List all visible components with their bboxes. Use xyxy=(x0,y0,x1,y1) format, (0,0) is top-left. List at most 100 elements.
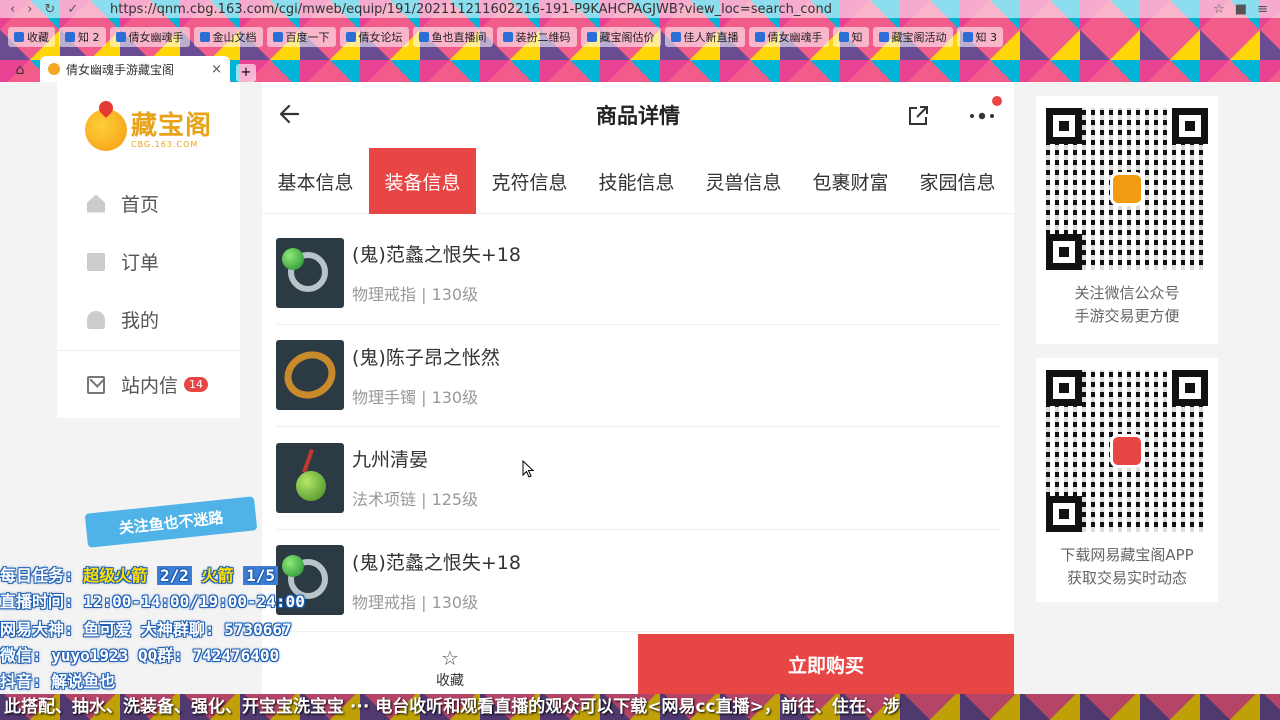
favicon-icon xyxy=(48,63,60,75)
bookmark-icon xyxy=(115,32,126,42)
buy-now-button[interactable]: 立即购买 xyxy=(638,634,1014,694)
bookmark-item[interactable]: 知 3 xyxy=(956,27,1003,47)
purchase-bar: ☆ 收藏 立即购买 xyxy=(262,634,1014,694)
live-time-line: 直播时间: 12:00-14:00/19:00-24:00 xyxy=(0,592,305,611)
item-meta: 物理手镯 | 130级 xyxy=(352,387,479,407)
favorite-button[interactable]: ☆ 收藏 xyxy=(262,634,638,694)
douyin-line: 抖音: 解说鱼也 xyxy=(0,672,116,691)
cbg-logo[interactable]: 藏宝阁 CBG.163.COM xyxy=(85,104,215,156)
logo-name: 藏宝阁 xyxy=(131,110,213,141)
sidebar-item-label: 订单 xyxy=(121,252,160,274)
bookmark-icon xyxy=(14,32,24,42)
bookmark-item[interactable]: 百度一下 xyxy=(266,27,336,47)
tab-home-info[interactable]: 家园信息 xyxy=(904,148,1011,214)
bookmark-item[interactable]: 知 xyxy=(832,27,869,47)
bookmark-item[interactable]: 藏宝阁活动 xyxy=(872,27,953,47)
bookmark-icon xyxy=(586,32,597,42)
share-icon[interactable] xyxy=(906,104,930,128)
bookmark-item[interactable]: 倩女论坛 xyxy=(339,27,409,47)
tab-rune-info[interactable]: 克符信息 xyxy=(476,148,583,214)
list-item[interactable]: (鬼)范蠡之恨失+18 物理戒指 | 130级 xyxy=(276,222,1000,325)
home-icon[interactable]: ⌂ xyxy=(0,58,40,82)
forward-arrow-icon[interactable]: › xyxy=(27,2,32,17)
browser-tab[interactable]: 倩女幽魂手游藏宝阁 × xyxy=(40,56,230,82)
sidebar-item-orders[interactable]: 订单 xyxy=(87,248,159,275)
page-title: 商品详情 xyxy=(596,104,680,128)
reload-icon[interactable]: ↻ xyxy=(44,2,55,17)
more-icon[interactable] xyxy=(968,110,998,122)
mail-icon xyxy=(87,375,105,394)
unread-badge: 14 xyxy=(184,377,209,392)
pendant-icon xyxy=(276,442,344,513)
bookmark-icon xyxy=(65,32,75,42)
bookmark-item[interactable]: 装扮二维码 xyxy=(496,27,577,47)
home-icon xyxy=(87,194,105,213)
sidebar-item-messages[interactable]: 站内信 14 xyxy=(87,371,209,398)
qr-caption: 关注微信公众号 手游交易更方便 xyxy=(1074,284,1180,325)
item-name: (鬼)范蠡之恨失+18 xyxy=(352,551,521,574)
wechat-line: 微信: yuyo1923 QQ群: 742476400 xyxy=(0,646,280,665)
bookmark-item[interactable]: 倩女幽魂手 xyxy=(748,27,829,47)
bookmark-item[interactable]: 佳人新直播 xyxy=(664,27,745,47)
order-icon xyxy=(87,252,105,271)
sidebar: 藏宝阁 CBG.163.COM 首页 订单 我的 站内信 14 xyxy=(57,82,240,418)
bookmark-icon xyxy=(754,32,765,42)
app-qr-card: 下载网易藏宝阁APP 获取交易实时动态 xyxy=(1036,358,1218,602)
browser-tools: ☆ ■ ≡ xyxy=(1213,2,1280,17)
bookmark-item[interactable]: 金山文档 xyxy=(193,27,263,47)
tab-inventory[interactable]: 包裹财富 xyxy=(797,148,904,214)
bookmark-item[interactable]: 鱼也直播间 xyxy=(412,27,493,47)
bookmark-item[interactable]: 收藏 xyxy=(8,27,55,47)
sidebar-item-home[interactable]: 首页 xyxy=(87,190,159,217)
mouse-cursor-icon xyxy=(522,460,534,478)
sidebar-item-label: 站内信 xyxy=(121,375,179,397)
tab-equipment-info[interactable]: 装备信息 xyxy=(369,148,476,214)
bookmark-item[interactable]: 藏宝阁估价 xyxy=(580,27,661,47)
menu-icon[interactable]: ≡ xyxy=(1257,2,1268,17)
sidebar-item-mine[interactable]: 我的 xyxy=(87,306,159,333)
favorite-label: 收藏 xyxy=(436,673,464,689)
ring-icon xyxy=(276,237,344,308)
bookmarks-bar: 收藏 知 2 倩女幽魂手 金山文档 百度一下 倩女论坛 鱼也直播间 装扮二维码 … xyxy=(0,24,1280,50)
item-meta: 物理戒指 | 130级 xyxy=(352,285,479,305)
bookmark-icon xyxy=(670,32,681,42)
qr-caption: 下载网易藏宝阁APP 获取交易实时动态 xyxy=(1060,546,1194,587)
bookmark-icon xyxy=(418,32,429,42)
new-tab-button[interactable]: + xyxy=(236,64,256,82)
tab-pet-info[interactable]: 灵兽信息 xyxy=(690,148,797,214)
star-icon[interactable]: ☆ xyxy=(1213,2,1225,17)
tab-basic-info[interactable]: 基本信息 xyxy=(262,148,369,214)
app-qr-code xyxy=(1046,370,1208,532)
back-arrow-icon[interactable]: ‹ xyxy=(10,2,15,17)
logo-icon xyxy=(85,109,127,151)
extension-icon[interactable]: ■ xyxy=(1235,2,1247,17)
list-item[interactable]: 九州清晏 法术项链 | 125级 xyxy=(276,427,1000,530)
bracelet-icon xyxy=(276,340,344,411)
back-arrow-icon[interactable] xyxy=(276,100,304,128)
browser-nav: ‹ › ↻ ✓ xyxy=(0,2,110,17)
bookmark-item[interactable]: 知 2 xyxy=(59,27,106,47)
dashen-line: 网易大神: 鱼可爱 大神群聊: 5730667 xyxy=(0,620,292,639)
item-meta: 物理戒指 | 130级 xyxy=(352,592,479,612)
bookmark-icon xyxy=(962,32,973,42)
tab-skill-info[interactable]: 技能信息 xyxy=(583,148,690,214)
sidebar-item-label: 我的 xyxy=(121,310,160,332)
wechat-qr-code xyxy=(1046,108,1208,270)
bookmark-icon xyxy=(502,32,513,42)
app-logo-icon xyxy=(1110,434,1144,468)
url-field[interactable]: https://qnm.cbg.163.com/cgi/mweb/equip/1… xyxy=(110,2,1213,17)
detail-header: 商品详情 xyxy=(262,82,1014,148)
item-name: (鬼)范蠡之恨失+18 xyxy=(352,244,521,267)
item-meta: 法术项链 | 125级 xyxy=(352,490,479,510)
list-item[interactable]: (鬼)范蠡之恨失+18 物理戒指 | 130级 xyxy=(276,530,1000,632)
list-item[interactable]: (鬼)陈子昂之怅然 物理手镯 | 130级 xyxy=(276,325,1000,427)
tab-strip: ⌂ 倩女幽魂手游藏宝阁 × + xyxy=(0,56,1280,82)
equipment-list: (鬼)范蠡之恨失+18 物理戒指 | 130级 (鬼)陈子昂之怅然 物理手镯 |… xyxy=(276,222,1000,632)
bookmark-icon xyxy=(345,32,356,42)
close-icon[interactable]: × xyxy=(211,62,222,77)
bookmark-icon xyxy=(838,32,849,42)
notification-dot xyxy=(992,96,1002,106)
bookmark-item[interactable]: 倩女幽魂手 xyxy=(109,27,190,47)
logo-domain: CBG.163.COM xyxy=(131,139,199,149)
browser-address-bar: ‹ › ↻ ✓ https://qnm.cbg.163.com/cgi/mweb… xyxy=(0,0,1280,18)
